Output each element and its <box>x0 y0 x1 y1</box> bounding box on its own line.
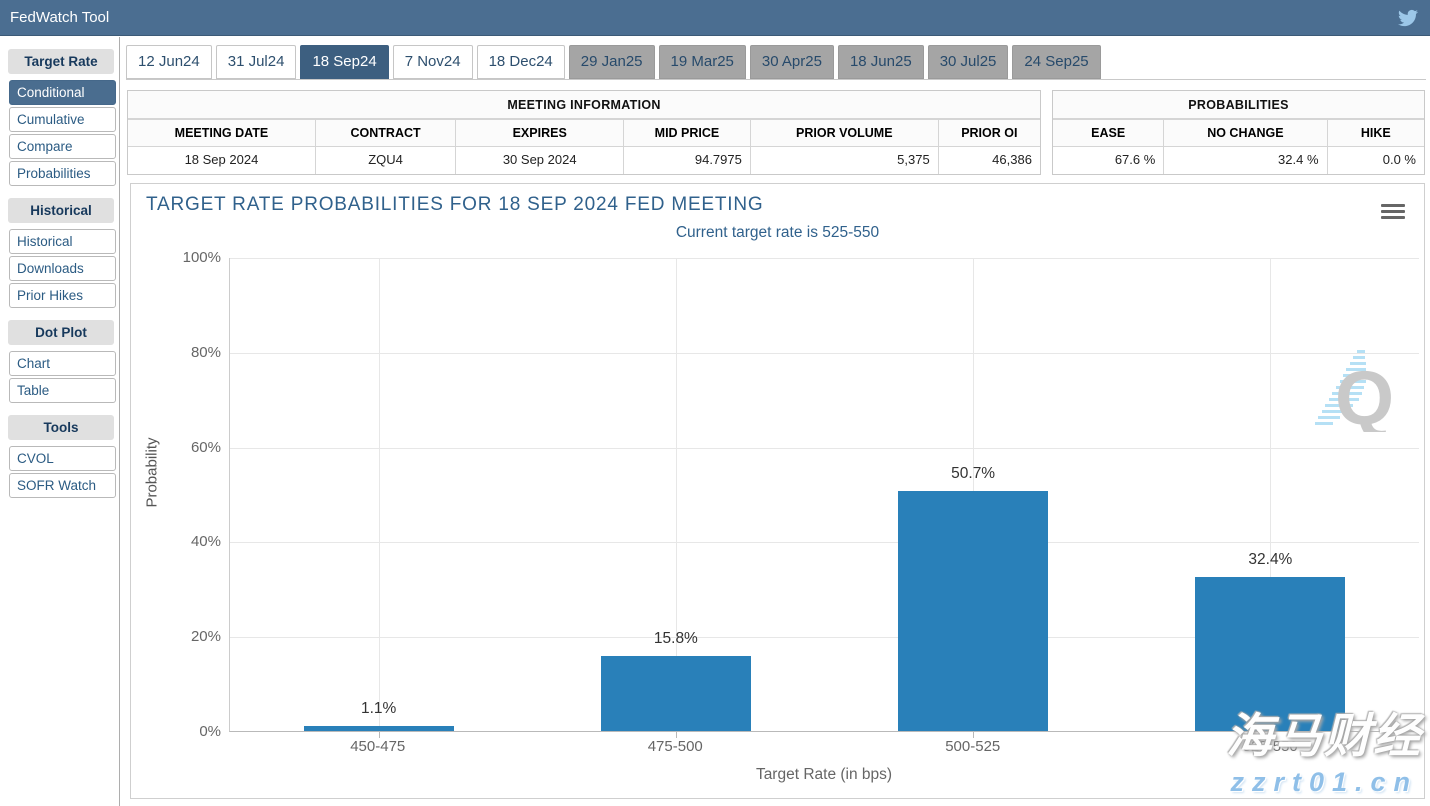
sidebar-item-compare[interactable]: Compare <box>9 134 116 159</box>
sidebar-item-probabilities[interactable]: Probabilities <box>9 161 116 186</box>
tab-29-jan25[interactable]: 29 Jan25 <box>569 45 655 79</box>
plot-area: 1.1% 15.8% 50.7% 32.4% <box>229 258 1419 732</box>
tab-31-jul24[interactable]: 31 Jul24 <box>216 45 297 79</box>
bar-value-label: 1.1% <box>230 700 527 718</box>
ytick-20: 20% <box>131 628 221 645</box>
bar-450-475[interactable] <box>304 726 454 731</box>
sidebar-header-target-rate: Target Rate <box>8 49 114 74</box>
col-contract: CONTRACT <box>316 120 456 147</box>
sidebar-item-table[interactable]: Table <box>9 378 116 403</box>
col-prior-oi: PRIOR OI <box>939 120 1040 147</box>
sidebar-item-cumulative[interactable]: Cumulative <box>9 107 116 132</box>
twitter-icon[interactable] <box>1398 8 1418 28</box>
value-contract: ZQU4 <box>316 147 456 174</box>
ytick-0: 0% <box>131 723 221 740</box>
sidebar-item-sofr-watch[interactable]: SOFR Watch <box>9 473 116 498</box>
tab-7-nov24[interactable]: 7 Nov24 <box>393 45 473 79</box>
col-prior-volume: PRIOR VOLUME <box>751 120 939 147</box>
tab-12-jun24[interactable]: 12 Jun24 <box>126 45 212 79</box>
sidebar-item-historical[interactable]: Historical <box>9 229 116 254</box>
col-no-change: NO CHANGE <box>1164 120 1327 147</box>
sidebar-item-chart[interactable]: Chart <box>9 351 116 376</box>
fedwatch-page: FedWatch Tool Target Rate Conditional Cu… <box>0 0 1430 806</box>
bar-value-label: 50.7% <box>825 465 1122 483</box>
meeting-information-header-row: MEETING DATE CONTRACT EXPIRES MID PRICE … <box>128 120 1040 147</box>
tab-24-sep25[interactable]: 24 Sep25 <box>1012 45 1100 79</box>
site-watermark-cjk: 海马财经 <box>1226 697 1422 766</box>
ytick-100: 100% <box>131 249 221 266</box>
col-mid-price: MID PRICE <box>624 120 751 147</box>
tab-18-sep24[interactable]: 18 Sep24 <box>300 45 388 79</box>
quikstrike-logo-watermark: Q <box>1313 346 1393 432</box>
sidebar: Target Rate Conditional Cumulative Compa… <box>0 37 120 806</box>
sidebar-item-conditional[interactable]: Conditional <box>9 80 116 105</box>
sidebar-header-dot-plot: Dot Plot <box>8 320 114 345</box>
col-expires: EXPIRES <box>456 120 624 147</box>
sidebar-item-downloads[interactable]: Downloads <box>9 256 116 281</box>
tab-30-apr25[interactable]: 30 Apr25 <box>750 45 834 79</box>
value-expires: 30 Sep 2024 <box>456 147 624 174</box>
ytick-80: 80% <box>131 344 221 361</box>
value-no-change: 32.4 % <box>1164 147 1327 174</box>
sidebar-header-tools: Tools <box>8 415 114 440</box>
bar-group-450-475: 1.1% <box>230 258 527 731</box>
tab-18-dec24[interactable]: 18 Dec24 <box>477 45 565 79</box>
meeting-tab-bar: 12 Jun24 31 Jul24 18 Sep24 7 Nov24 18 De… <box>126 45 1426 80</box>
value-ease: 67.6 % <box>1053 147 1164 174</box>
bar-475-500[interactable] <box>601 656 751 731</box>
y-axis-title: Probability <box>144 408 161 538</box>
bar-value-label: 15.8% <box>527 630 824 648</box>
probabilities-value-row: 67.6 % 32.4 % 0.0 % <box>1053 147 1424 174</box>
col-hike: HIKE <box>1328 120 1424 147</box>
xlabel-500-525: 500-525 <box>824 738 1122 755</box>
value-meeting-date: 18 Sep 2024 <box>128 147 316 174</box>
tab-30-jul25[interactable]: 30 Jul25 <box>928 45 1009 79</box>
bar-group-525-550: 32.4% <box>1122 258 1419 731</box>
chart-title: TARGET RATE PROBABILITIES FOR 18 SEP 202… <box>146 194 763 216</box>
sidebar-item-cvol[interactable]: CVOL <box>9 446 116 471</box>
xlabel-450-475: 450-475 <box>229 738 527 755</box>
meeting-information-table: MEETING INFORMATION MEETING DATE CONTRAC… <box>127 90 1041 175</box>
bar-group-500-525: 50.7% <box>825 258 1122 731</box>
chart-menu-icon[interactable] <box>1381 204 1405 221</box>
meeting-information-value-row: 18 Sep 2024 ZQU4 30 Sep 2024 94.7975 5,3… <box>128 147 1040 174</box>
site-watermark-url: zzrt01.cn <box>1230 767 1418 798</box>
meeting-information-title: MEETING INFORMATION <box>128 91 1040 120</box>
tab-18-jun25[interactable]: 18 Jun25 <box>838 45 924 79</box>
sidebar-header-historical: Historical <box>8 198 114 223</box>
value-mid-price: 94.7975 <box>624 147 751 174</box>
value-prior-oi: 46,386 <box>939 147 1040 174</box>
col-meeting-date: MEETING DATE <box>128 120 316 147</box>
value-prior-volume: 5,375 <box>751 147 939 174</box>
target-rate-chart: TARGET RATE PROBABILITIES FOR 18 SEP 202… <box>130 183 1425 799</box>
svg-text:Q: Q <box>1335 356 1393 432</box>
probabilities-title: PROBABILITIES <box>1053 91 1424 120</box>
sidebar-item-prior-hikes[interactable]: Prior Hikes <box>9 283 116 308</box>
col-ease: EASE <box>1053 120 1164 147</box>
top-bar: FedWatch Tool <box>0 0 1430 36</box>
bar-value-label: 32.4% <box>1122 551 1419 569</box>
chart-subtitle: Current target rate is 525-550 <box>131 224 1424 242</box>
main-area: 12 Jun24 31 Jul24 18 Sep24 7 Nov24 18 De… <box>121 37 1430 806</box>
app-title: FedWatch Tool <box>0 9 109 26</box>
probabilities-table: PROBABILITIES EASE NO CHANGE HIKE 67.6 %… <box>1052 90 1425 175</box>
xlabel-475-500: 475-500 <box>527 738 825 755</box>
bar-group-475-500: 15.8% <box>527 258 824 731</box>
probabilities-header-row: EASE NO CHANGE HIKE <box>1053 120 1424 147</box>
bar-500-525[interactable] <box>898 491 1048 731</box>
tab-19-mar25[interactable]: 19 Mar25 <box>659 45 746 79</box>
value-hike: 0.0 % <box>1328 147 1424 174</box>
